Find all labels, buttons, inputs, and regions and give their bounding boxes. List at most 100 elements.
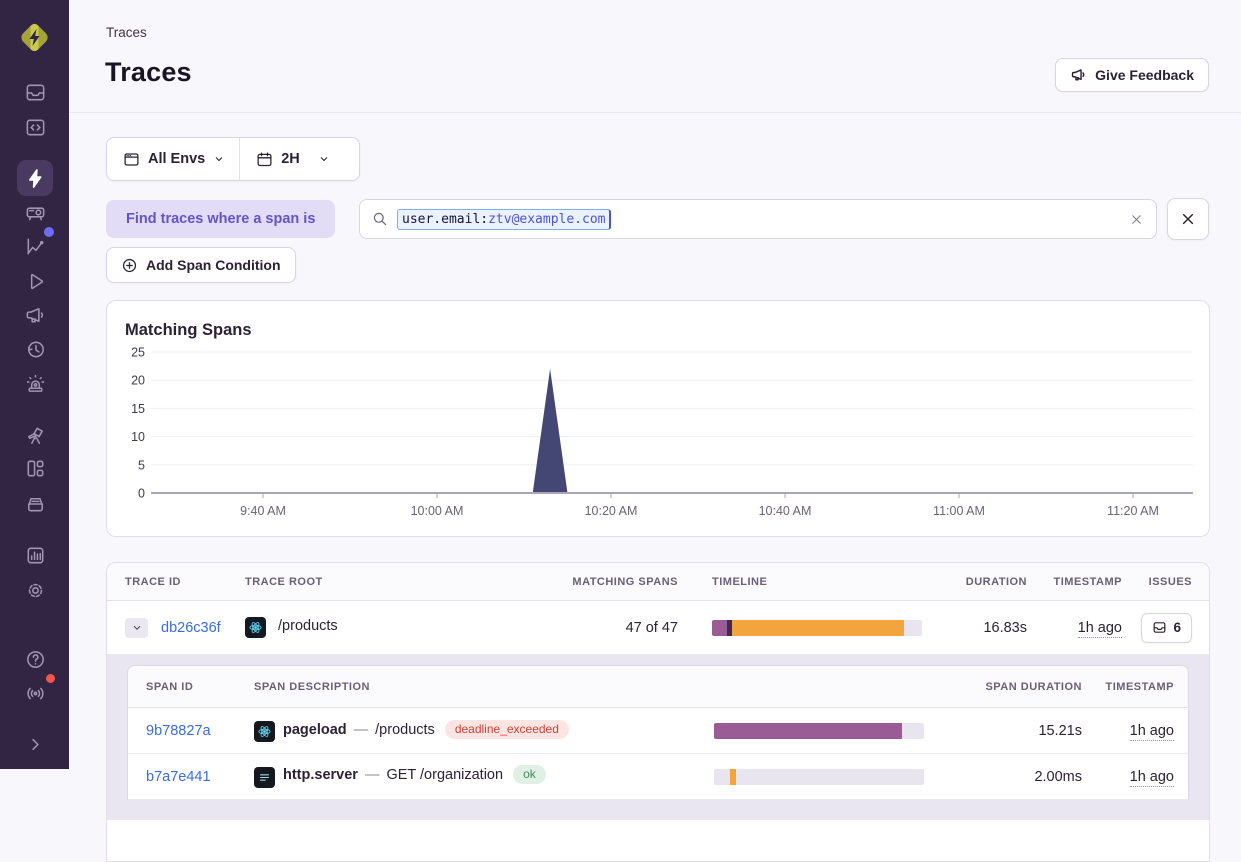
span-row[interactable]: b7a7e441 http.server—GET /organizationok…: [128, 754, 1188, 800]
span-op: pageload: [283, 722, 347, 738]
span-search-input[interactable]: user.email:ztv@example.com: [359, 199, 1157, 239]
projector-icon: [24, 201, 47, 224]
svg-text:0: 0: [138, 487, 145, 501]
span-duration: 2.00ms: [924, 769, 1082, 785]
breadcrumb[interactable]: Traces: [106, 25, 147, 40]
x-icon: [1129, 212, 1144, 227]
sidebar-item-replays[interactable]: [17, 263, 53, 299]
span-timeline-bar: [714, 723, 924, 739]
chevron-down-icon: [131, 622, 143, 634]
col-span-id: Span ID: [128, 681, 254, 693]
svg-text:20: 20: [131, 374, 145, 388]
sidebar-item-feedback[interactable]: [17, 297, 53, 333]
server-platform-icon: [254, 767, 275, 788]
layout-grid-icon: [24, 457, 47, 480]
history-clock-icon: [24, 338, 47, 361]
add-span-condition-button[interactable]: Add Span Condition: [106, 247, 296, 283]
sidebar-item-alerts[interactable]: [17, 365, 53, 401]
svg-text:11:00 AM: 11:00 AM: [933, 504, 985, 518]
sidebar-item-releases[interactable]: [17, 331, 53, 367]
sidebar-item-archives[interactable]: [17, 485, 53, 521]
broadcast-icon: [24, 681, 47, 704]
sidebar-item-traces[interactable]: [17, 160, 53, 196]
window-icon: [123, 151, 140, 168]
calendar-icon: [256, 151, 273, 168]
date-range-filter[interactable]: 2H: [240, 138, 344, 180]
page-header: Traces Traces Give Feedback: [69, 0, 1241, 113]
collapse-trace-button[interactable]: [125, 618, 148, 638]
give-feedback-label: Give Feedback: [1095, 67, 1194, 83]
svg-text:25: 25: [131, 347, 145, 360]
sidebar-item-projects[interactable]: [17, 109, 53, 145]
sidebar-item-stats[interactable]: [17, 537, 53, 573]
span-id-link[interactable]: 9b78827a: [146, 723, 211, 739]
expanded-trace-section: Span ID Span Description Span Duration T…: [107, 655, 1209, 820]
span-status-badge: deadline_exceeded: [445, 720, 569, 739]
clear-search-icon[interactable]: [1129, 212, 1144, 227]
svg-text:10:20 AM: 10:20 AM: [585, 504, 638, 518]
col-trace-root: Trace Root: [233, 576, 560, 588]
chart-line-icon: [24, 235, 47, 258]
siren-icon: [24, 372, 47, 395]
sidebar-item-discover[interactable]: [17, 417, 53, 453]
trace-row[interactable]: db26c36f /products 47 of 47 16.83s 1h ag…: [107, 601, 1209, 655]
span-row[interactable]: 9b78827a pageload—/productsdeadline_exce…: [128, 708, 1188, 754]
insights-notification-dot: [44, 227, 54, 237]
whats-new-notification-dot: [44, 672, 57, 685]
col-trace-id: Trace ID: [107, 576, 233, 588]
span-status-badge: ok: [513, 765, 546, 784]
matching-spans-chart[interactable]: 05101520259:40 AM10:00 AM10:20 AM10:40 A…: [107, 347, 1209, 532]
span-duration: 15.21s: [924, 723, 1082, 739]
matching-spans-count: 47 of 47: [560, 620, 678, 636]
span-timestamp: 1h ago: [1130, 723, 1174, 741]
sidebar-item-issues[interactable]: [17, 74, 53, 110]
react-platform-icon: [254, 721, 275, 742]
search-filter-token[interactable]: user.email:ztv@example.com: [397, 209, 611, 230]
sidebar-item-settings[interactable]: [17, 572, 53, 608]
col-timeline: Timeline: [678, 576, 932, 588]
span-id-link[interactable]: b7a7e441: [146, 769, 211, 785]
sidebar-item-dashboards[interactable]: [17, 194, 53, 230]
traces-table-header: Trace ID Trace Root Matching Spans Timel…: [107, 563, 1209, 601]
megaphone-icon: [24, 304, 47, 327]
chevron-right-icon: [24, 733, 47, 756]
lightning-icon: [24, 167, 47, 190]
environment-filter[interactable]: All Envs: [107, 138, 239, 180]
search-icon: [372, 211, 388, 227]
sidebar: [0, 0, 69, 769]
give-feedback-button[interactable]: Give Feedback: [1055, 58, 1209, 92]
play-icon: [24, 270, 47, 293]
token-value: ztv@example.com: [488, 212, 605, 227]
page-title: Traces: [105, 57, 192, 88]
spans-table: Span ID Span Description Span Duration T…: [127, 665, 1189, 800]
matching-spans-panel: Matching Spans 05101520259:40 AM10:00 AM…: [106, 300, 1210, 537]
span-description: /products: [375, 722, 435, 738]
gear-icon: [24, 579, 47, 602]
find-traces-label: Find traces where a span is: [106, 200, 335, 238]
sidebar-collapse-button[interactable]: [17, 726, 53, 762]
svg-text:9:40 AM: 9:40 AM: [240, 504, 286, 518]
sidebar-item-whats-new[interactable]: [17, 674, 53, 710]
plus-circle-icon: [121, 257, 138, 274]
megaphone-icon: [1070, 67, 1087, 84]
trace-issues-button[interactable]: 6: [1141, 613, 1192, 643]
col-timestamp: Timestamp: [1027, 576, 1122, 588]
x-icon: [1180, 211, 1196, 227]
trace-duration: 16.83s: [932, 620, 1027, 636]
environment-filter-label: All Envs: [148, 151, 205, 167]
chart-title: Matching Spans: [125, 321, 252, 340]
sentry-logo[interactable]: [16, 19, 53, 56]
sidebar-item-insights[interactable]: [17, 228, 53, 264]
date-range-label: 2H: [281, 151, 300, 167]
telescope-icon: [24, 424, 47, 447]
remove-condition-button[interactable]: [1167, 198, 1209, 240]
trace-id-link[interactable]: db26c36f: [161, 619, 221, 635]
svg-text:10:40 AM: 10:40 AM: [759, 504, 812, 518]
trace-timestamp: 1h ago: [1078, 620, 1122, 638]
trace-root-label: /products: [278, 618, 338, 634]
token-key: user.email:: [402, 212, 488, 227]
col-duration: Duration: [932, 576, 1027, 588]
sidebar-item-components[interactable]: [17, 450, 53, 486]
trace-issues-count: 6: [1173, 620, 1181, 635]
svg-text:10: 10: [131, 430, 145, 444]
